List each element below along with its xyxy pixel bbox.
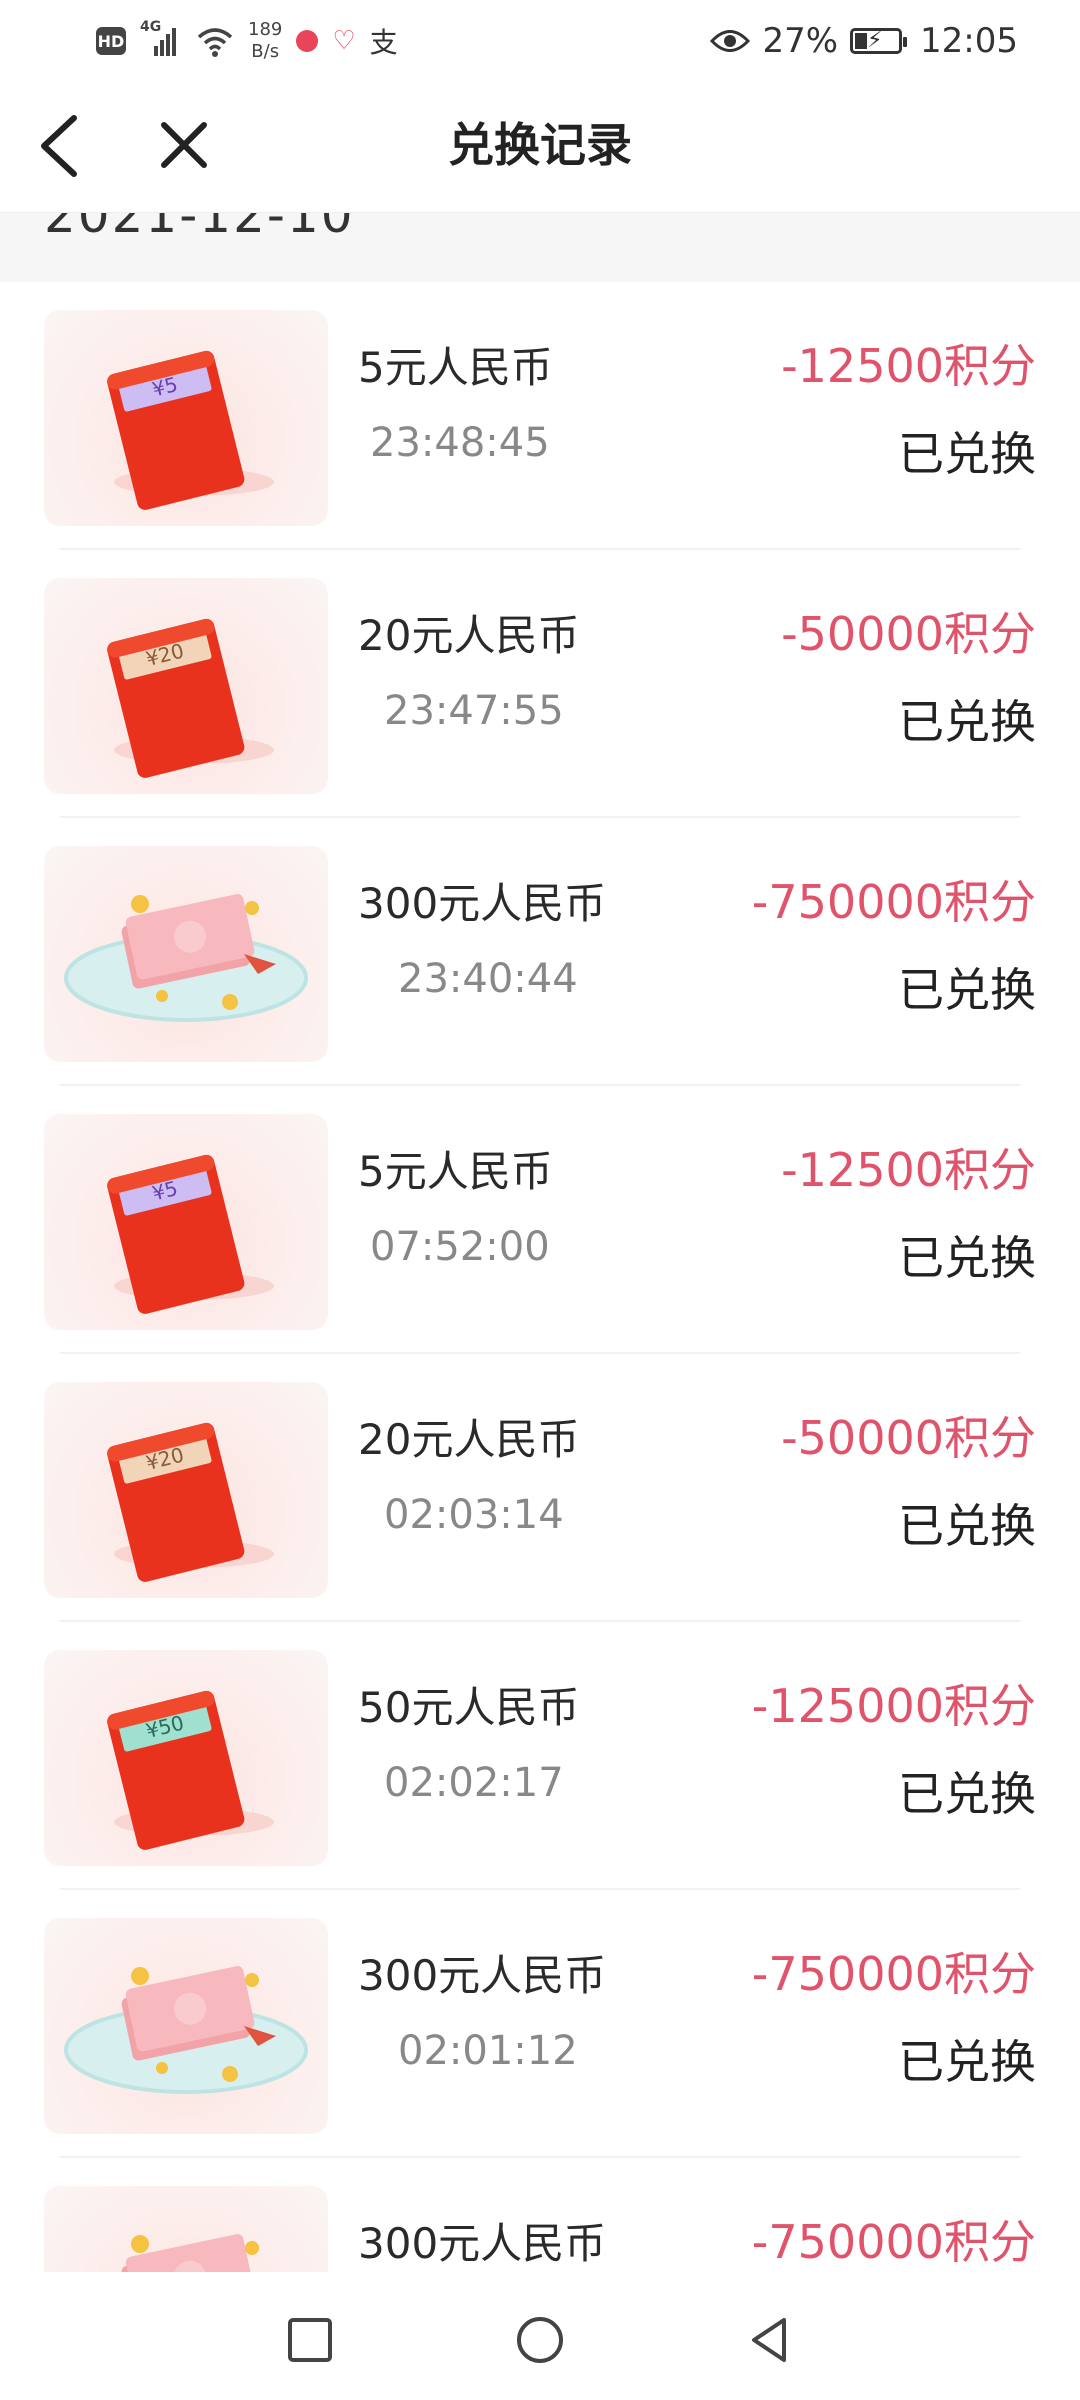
record-status: 已兑换 — [898, 1767, 1036, 1821]
network-speed: 189 B/s — [248, 19, 282, 63]
red-envelope-icon: ¥5 — [44, 1114, 328, 1330]
status-bar: HD 4G 189 B/s ♡ 支 27% ⚡ 12:05 — [0, 0, 1080, 80]
record-time: 23:48:45 — [370, 420, 550, 466]
record-time: 02:01:12 — [398, 2028, 578, 2074]
square-icon — [288, 2318, 332, 2362]
record-time: 23:40:44 — [398, 956, 578, 1002]
navigation-bar: 兑换记录 — [0, 80, 1080, 213]
clock: 12:05 — [920, 21, 1018, 61]
record-time: 02:02:17 — [384, 1760, 564, 1806]
status-bar-left: HD 4G 189 B/s ♡ 支 — [96, 14, 398, 68]
record-name: 5元人民币 — [358, 1147, 553, 1196]
record-status: 已兑换 — [898, 963, 1036, 1017]
date-section-header: 2021-12-10 — [0, 212, 1080, 282]
record-status: 已兑换 — [898, 695, 1036, 749]
record-name: 300元人民币 — [358, 879, 607, 928]
recent-apps-button[interactable] — [280, 2310, 340, 2370]
record-row[interactable]: 300元人民币 02:01:12 -750000积分已兑换 — [0, 1890, 1080, 2158]
record-name: 5元人民币 — [358, 343, 553, 392]
red-envelope-icon: ¥20 — [44, 578, 328, 794]
date-label: 2021-12-10 — [44, 212, 355, 244]
record-points: -750000积分 — [751, 2215, 1036, 2269]
red-envelope-icon: ¥5 — [44, 310, 328, 526]
record-points: -50000积分 — [781, 607, 1036, 661]
hd-icon: HD — [96, 27, 126, 55]
record-time: 23:47:55 — [384, 688, 564, 734]
network-speed-value: 189 — [248, 19, 283, 40]
circle-icon — [517, 2317, 563, 2363]
record-row[interactable]: ¥20 20元人民币 23:47:55 -50000积分已兑换 — [0, 550, 1080, 818]
battery-charging-icon: ⚡ — [850, 28, 908, 54]
record-status: 已兑换 — [898, 1231, 1036, 1285]
record-points: -12500积分 — [781, 339, 1036, 393]
red-envelope-icon: ¥50 — [44, 1650, 328, 1866]
wifi-icon — [197, 28, 233, 57]
triangle-back-icon — [752, 2318, 786, 2362]
record-points: -750000积分 — [751, 1947, 1036, 2001]
battery-percent: 27% — [762, 21, 839, 61]
record-points: -125000积分 — [751, 1679, 1036, 1733]
record-name: 300元人民币 — [358, 2219, 607, 2268]
record-status: 已兑换 — [898, 1499, 1036, 1553]
status-bar-right: 27% ⚡ 12:05 — [710, 14, 1018, 68]
system-navigation-bar — [0, 2272, 1080, 2400]
back-nav-button[interactable] — [740, 2310, 800, 2370]
record-name: 20元人民币 — [358, 1415, 580, 1464]
alipay-icon: 支 — [369, 26, 398, 59]
record-status: 已兑换 — [898, 427, 1036, 481]
record-points: -50000积分 — [781, 1411, 1036, 1465]
record-points: -12500积分 — [781, 1143, 1036, 1197]
home-button[interactable] — [510, 2310, 570, 2370]
exchange-record-list[interactable]: ¥5 5元人民币 23:48:45 -12500积分 已兑换 ¥20 20元人民币 23:47… — [0, 282, 1080, 2272]
record-time: 02:03:14 — [384, 1492, 564, 1538]
record-points: -750000积分 — [751, 875, 1036, 929]
record-status: 已兑换 — [898, 2035, 1036, 2089]
record-row[interactable]: 300元人民币 23:40:44 -750000积分已兑换 — [0, 818, 1080, 1086]
record-name: 20元人民币 — [358, 611, 580, 660]
cash-stack-icon — [44, 1918, 328, 2134]
record-name: 300元人民币 — [358, 1951, 607, 2000]
record-time: 07:52:00 — [370, 1224, 550, 1270]
signal-icon: 4G — [140, 20, 182, 58]
page-title: 兑换记录 — [448, 118, 632, 172]
red-envelope-icon: ¥20 — [44, 1382, 328, 1598]
record-row[interactable]: ¥5 5元人民币 07:52:00 -12500积分已兑换 — [0, 1086, 1080, 1354]
cash-stack-icon — [44, 846, 328, 1062]
heart-icon: ♡ — [332, 26, 356, 56]
app-notification-icon — [296, 30, 319, 52]
eye-icon — [710, 30, 751, 52]
record-row[interactable]: ¥20 20元人民币 02:03:14 -50000积分已兑换 — [0, 1354, 1080, 1622]
network-speed-unit: B/s — [251, 41, 280, 62]
record-row[interactable]: ¥5 5元人民币 23:48:45 -12500积分已兑换 — [0, 282, 1080, 550]
record-row[interactable]: ¥50 50元人民币 02:02:17 -125000积分已兑换 — [0, 1622, 1080, 1890]
record-row[interactable]: 300元人民币 -750000积分 — [0, 2158, 1080, 2272]
cash-stack-icon — [44, 2186, 328, 2272]
record-name: 50元人民币 — [358, 1683, 580, 1732]
